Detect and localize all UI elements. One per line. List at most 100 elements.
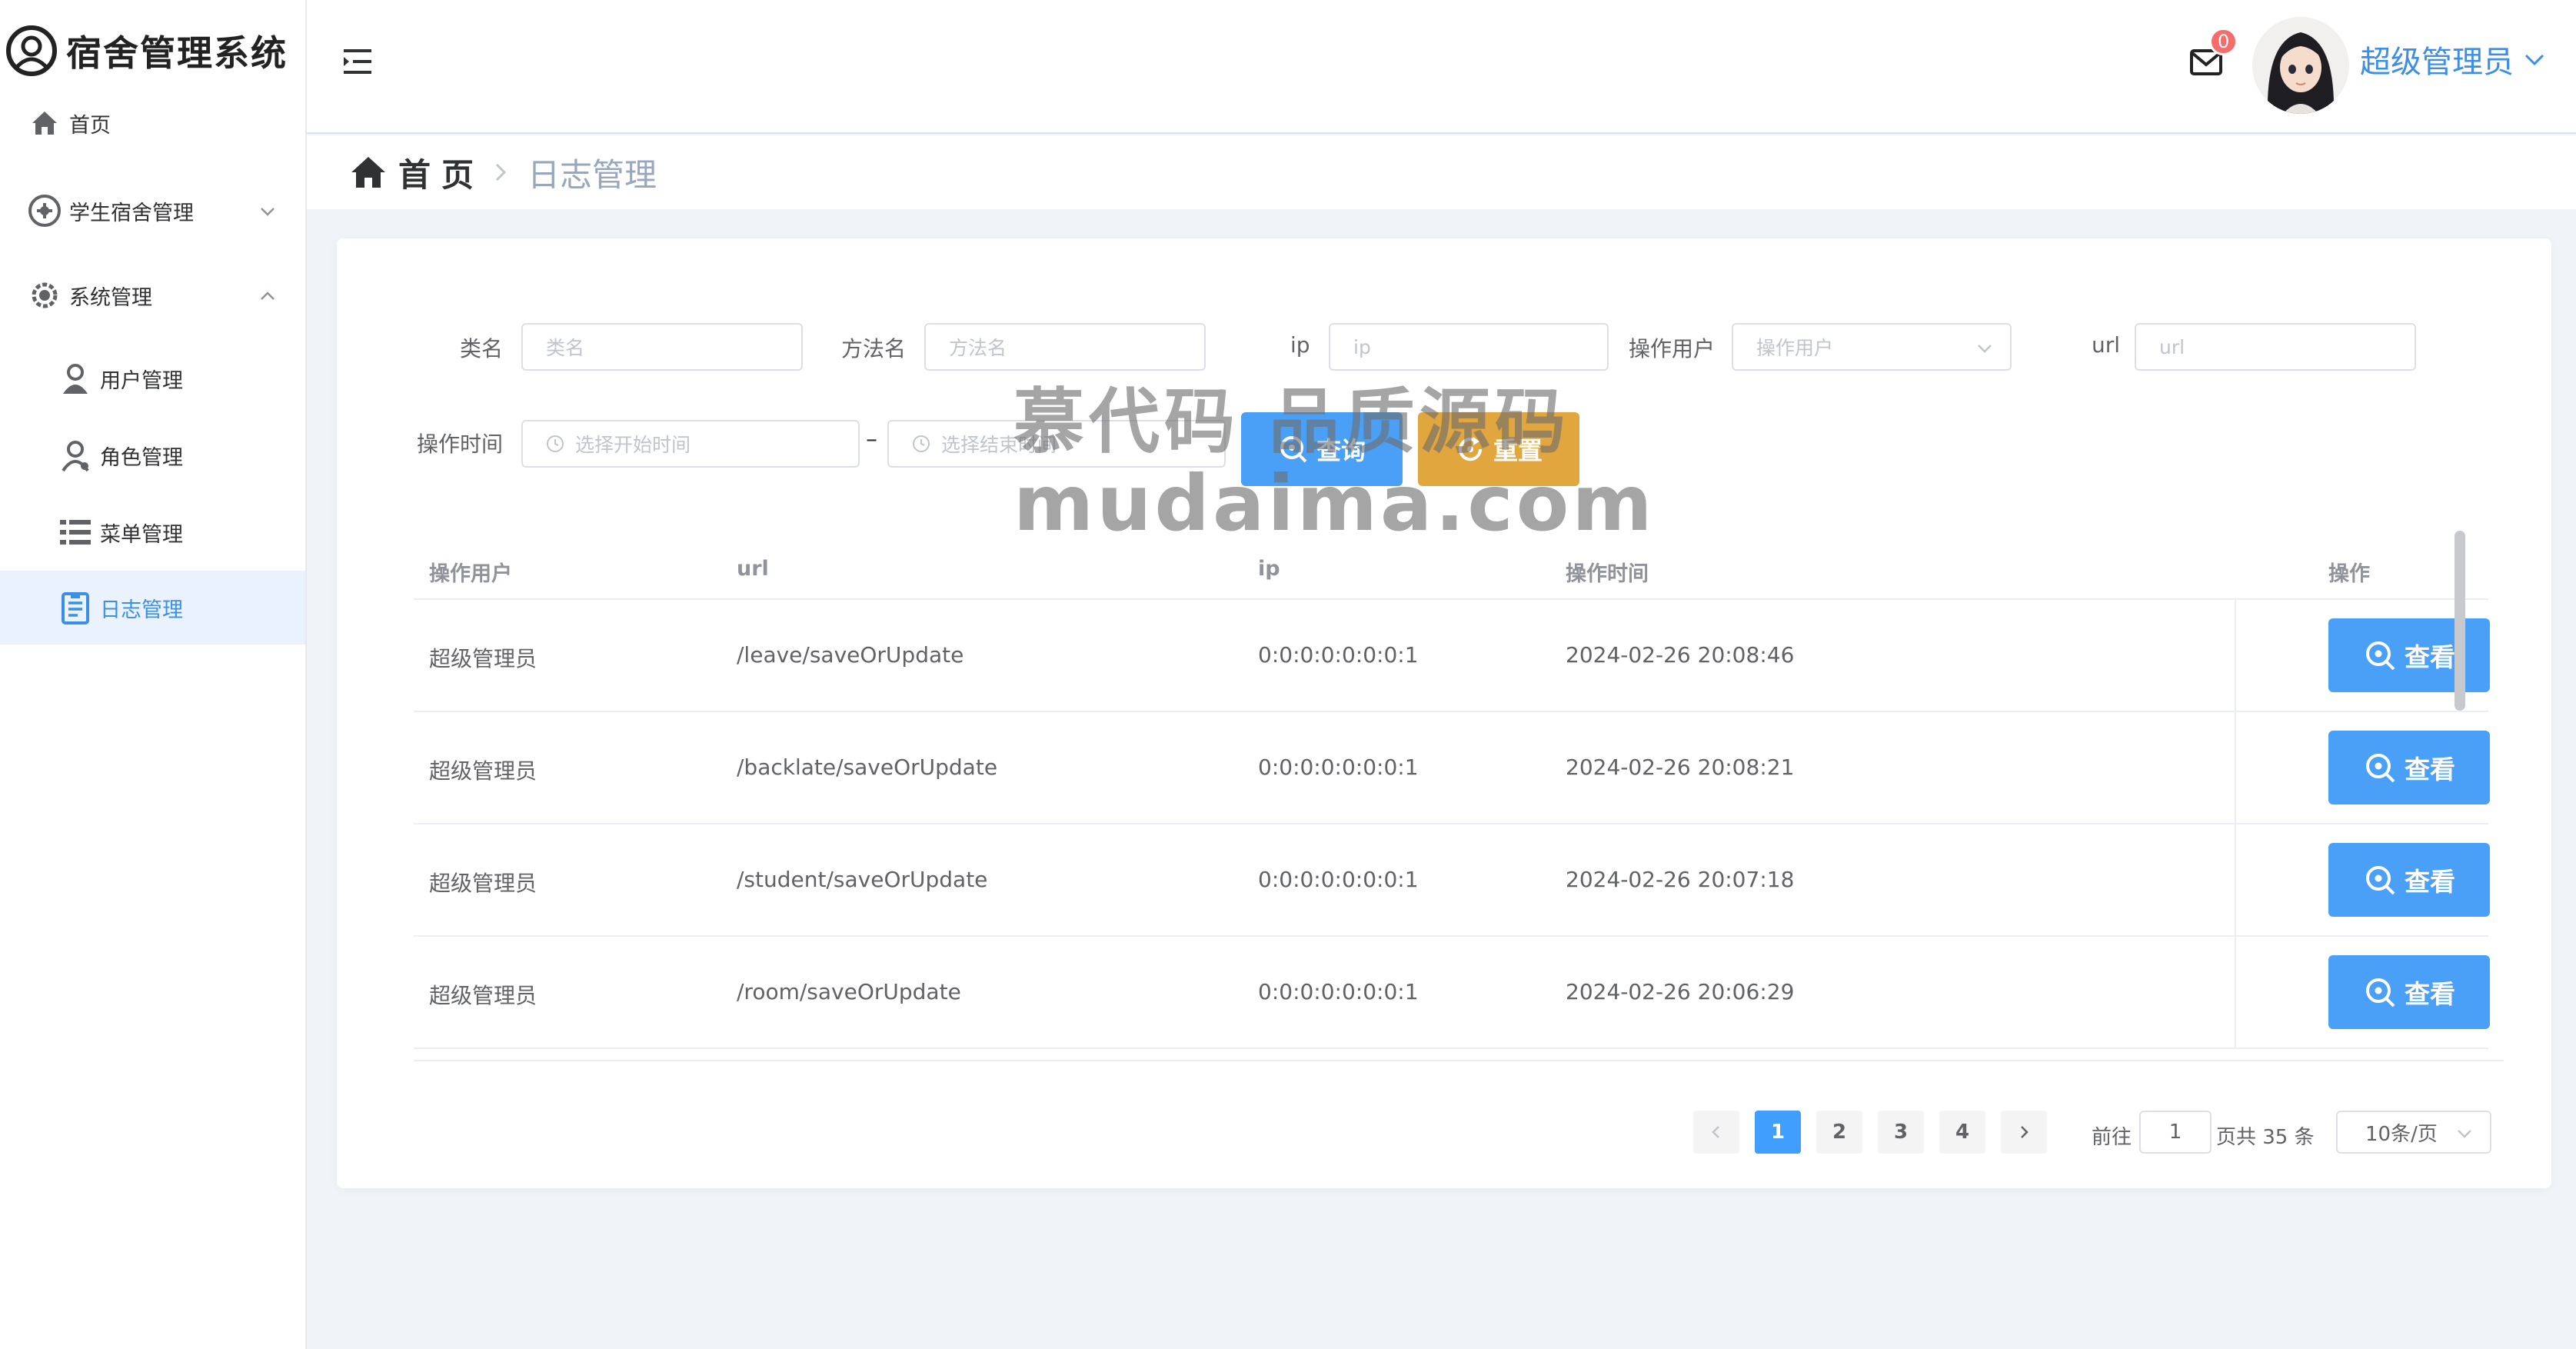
log-card: 类名 类名 方法名 方法名 ip ip 操作用户 操作用户 url url 操作… xyxy=(337,238,2551,1188)
class-name-input[interactable]: 类名 xyxy=(521,323,803,371)
view-button-label: 查看 xyxy=(2405,642,2455,672)
breadcrumb: 首页 日志管理 xyxy=(307,135,2576,209)
sidebar-item-home[interactable]: 首页 xyxy=(0,86,305,160)
total-count: 页共 35 条 xyxy=(2216,1126,2315,1149)
sidebar-item-label: 学生宿舍管理 xyxy=(69,201,194,225)
clock-icon xyxy=(913,435,930,452)
view-button[interactable]: 查看 xyxy=(2328,618,2490,692)
cell-time: 2024-02-26 20:07:18 xyxy=(1566,867,1795,892)
operator-select[interactable]: 操作用户 xyxy=(1732,323,2012,371)
sidebar-item-roles[interactable]: 角色管理 xyxy=(0,418,305,492)
table-row: 超级管理员 /backlate/saveOrUpdate 0:0:0:0:0:0… xyxy=(414,712,2490,824)
end-time-placeholder: 选择结束时间 xyxy=(941,434,1057,456)
next-page-button[interactable] xyxy=(2001,1111,2047,1154)
page-button-1[interactable]: 1 xyxy=(1755,1111,1801,1154)
cell-url: /room/saveOrUpdate xyxy=(737,979,961,1004)
chevron-down-icon xyxy=(261,208,275,216)
ip-input[interactable]: ip xyxy=(1329,323,1609,371)
sidebar-item-logs[interactable]: 日志管理 xyxy=(0,571,305,645)
sidebar-item-users[interactable]: 用户管理 xyxy=(0,341,305,415)
chevron-down-icon[interactable] xyxy=(2523,48,2546,71)
avatar[interactable] xyxy=(2252,17,2349,114)
view-button[interactable]: 查看 xyxy=(2328,955,2490,1029)
gear-icon xyxy=(28,278,62,312)
user-icon xyxy=(58,361,92,395)
table-scrollbar[interactable] xyxy=(2455,531,2465,711)
column-header-url: url xyxy=(737,557,769,581)
url-label: url xyxy=(2092,332,2121,358)
app-logo[interactable]: 宿舍管理系统 xyxy=(6,22,288,80)
column-header-time: 操作时间 xyxy=(1566,562,1649,586)
page-size-value: 10条/页 xyxy=(2365,1122,2438,1146)
start-time-placeholder: 选择开始时间 xyxy=(575,434,691,456)
page-button-4[interactable]: 4 xyxy=(1939,1111,1985,1154)
table-row: 超级管理员 /room/saveOrUpdate 0:0:0:0:0:0:0:1… xyxy=(414,937,2490,1049)
page-button-2[interactable]: 2 xyxy=(1816,1111,1862,1154)
chevron-up-icon xyxy=(261,291,275,300)
cell-user: 超级管理员 xyxy=(429,983,537,1008)
cell-user: 超级管理员 xyxy=(429,646,537,671)
time-label: 操作时间 xyxy=(417,431,504,457)
sidebar-item-label: 系统管理 xyxy=(69,285,152,310)
cell-url: /backlate/saveOrUpdate xyxy=(737,754,998,780)
home-icon xyxy=(28,106,62,140)
breadcrumb-current: 日志管理 xyxy=(528,155,657,194)
goto-label: 前往 xyxy=(2092,1126,2132,1149)
prev-page-button[interactable] xyxy=(1693,1111,1739,1154)
search-button-label: 查询 xyxy=(1316,436,1366,465)
chevron-down-icon xyxy=(2458,1130,2471,1138)
sidebar-item-label: 用户管理 xyxy=(100,368,183,393)
url-input[interactable]: url xyxy=(2135,323,2416,371)
user-name[interactable]: 超级管理员 xyxy=(2360,37,2514,82)
chevron-right-icon xyxy=(495,163,507,182)
method-name-label: 方法名 xyxy=(841,336,907,361)
view-button-label: 查看 xyxy=(2405,867,2455,897)
search-icon xyxy=(1280,436,1307,463)
method-name-input[interactable]: 方法名 xyxy=(924,323,1206,371)
search-icon xyxy=(2366,641,2395,671)
dorm-icon xyxy=(28,194,62,228)
search-icon xyxy=(2366,866,2395,895)
row-divider xyxy=(414,1048,2488,1049)
table-row: 超级管理员 /leave/saveOrUpdate 0:0:0:0:0:0:0:… xyxy=(414,600,2490,712)
column-header-user: 操作用户 xyxy=(429,562,512,586)
view-button[interactable]: 查看 xyxy=(2328,843,2490,917)
page-size-select[interactable]: 10条/页 xyxy=(2336,1111,2491,1154)
log-icon xyxy=(58,591,92,625)
reset-button[interactable]: 重置 xyxy=(1418,412,1579,486)
chevron-right-icon xyxy=(2021,1126,2029,1138)
reset-button-label: 重置 xyxy=(1493,436,1543,465)
operator-select-value: 操作用户 xyxy=(1756,337,1834,359)
cell-ip: 0:0:0:0:0:0:0:1 xyxy=(1258,979,1419,1004)
sidebar-item-label: 菜单管理 xyxy=(100,522,183,547)
page-button-3[interactable]: 3 xyxy=(1878,1111,1924,1154)
breadcrumb-home[interactable]: 首页 xyxy=(398,149,484,196)
logo-icon xyxy=(6,25,57,76)
cell-ip: 0:0:0:0:0:0:0:1 xyxy=(1258,642,1419,668)
class-name-label: 类名 xyxy=(460,336,504,361)
cell-url: /leave/saveOrUpdate xyxy=(737,642,964,668)
sidebar-item-dorm[interactable]: 学生宿舍管理 xyxy=(0,174,305,248)
cell-user: 超级管理员 xyxy=(429,758,537,784)
cell-time: 2024-02-26 20:06:29 xyxy=(1566,979,1795,1004)
menu-toggle-icon[interactable] xyxy=(341,45,374,78)
sidebar-item-label: 日志管理 xyxy=(100,598,183,622)
view-button[interactable]: 查看 xyxy=(2328,731,2490,804)
sidebar-item-menus[interactable]: 菜单管理 xyxy=(0,495,305,569)
search-button[interactable]: 查询 xyxy=(1241,412,1403,486)
end-time-input[interactable]: 选择结束时间 xyxy=(887,420,1226,468)
start-time-input[interactable]: 选择开始时间 xyxy=(521,420,860,468)
chevron-down-icon xyxy=(1978,345,1992,353)
log-table: 操作用户 url ip 操作时间 操作 超级管理员 /leave/saveOrU… xyxy=(414,541,2504,1292)
view-button-label: 查看 xyxy=(2405,979,2455,1009)
list-icon xyxy=(58,515,92,549)
view-button-label: 查看 xyxy=(2405,754,2455,784)
goto-page-input[interactable]: 1 xyxy=(2139,1111,2212,1154)
sidebar-item-system[interactable]: 系统管理 xyxy=(0,258,305,332)
home-icon xyxy=(351,157,385,188)
search-icon xyxy=(2366,978,2395,1008)
cell-ip: 0:0:0:0:0:0:0:1 xyxy=(1258,867,1419,892)
app-title: 宿舍管理系统 xyxy=(66,32,288,74)
operator-label: 操作用户 xyxy=(1629,336,1716,361)
chevron-left-icon xyxy=(1712,1126,1719,1138)
